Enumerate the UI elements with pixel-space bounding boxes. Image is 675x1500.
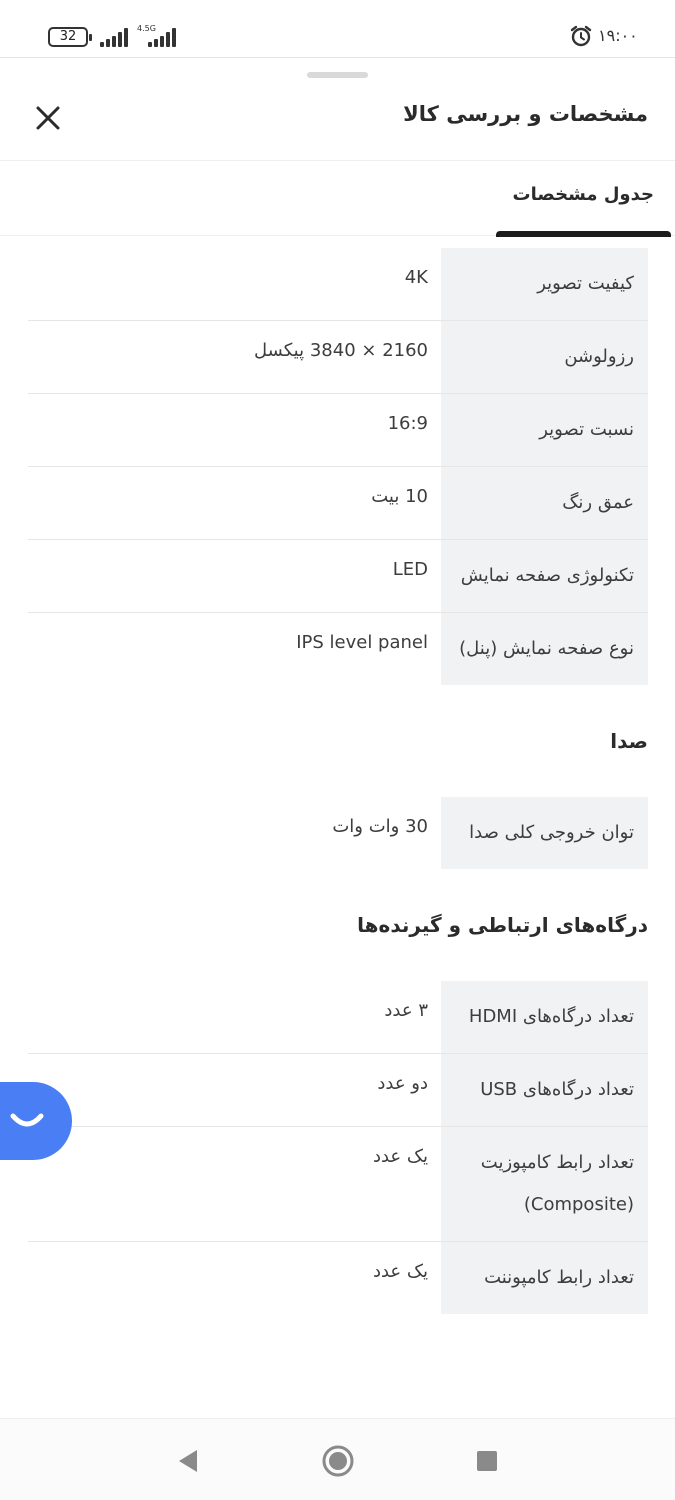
sheet-drag-handle[interactable]: [307, 72, 368, 78]
signal-icon: [148, 28, 180, 47]
spec-row: تعداد رابط کامپوننت یک عدد: [28, 1242, 648, 1314]
spec-value: 30 وات وات: [332, 816, 428, 837]
spec-row: تعداد درگاه‌های HDMI ۳ عدد: [28, 981, 648, 1054]
spec-value: 4K: [404, 267, 428, 288]
spec-key: تکنولوژی صفحه نمایش: [441, 540, 648, 612]
spec-key: توان خروجی کلی صدا: [441, 797, 648, 869]
spec-row: نوع صفحه نمایش (پنل) IPS level panel: [28, 613, 648, 685]
spec-value: IPS level panel: [296, 632, 428, 653]
spec-row: رزولوشن 2160 × 3840 پیکسل: [28, 321, 648, 394]
page-title: مشخصات و بررسی کالا: [403, 102, 648, 126]
spec-row: کیفیت تصویر 4K: [28, 248, 648, 321]
spec-key: نوع صفحه نمایش (پنل): [441, 613, 648, 685]
close-icon[interactable]: [30, 100, 66, 136]
spec-value: 10 بیت: [371, 486, 428, 507]
spec-value: ۳ عدد: [384, 1000, 428, 1021]
spec-value: دو عدد: [377, 1073, 428, 1094]
spec-value: LED: [392, 559, 428, 580]
spec-key: عمق رنگ: [441, 467, 648, 539]
tab-specs-table[interactable]: جدول مشخصات: [496, 162, 671, 237]
spec-key: تعداد رابط کامپوننت: [441, 1242, 648, 1314]
sheet-header: مشخصات و بررسی کالا: [0, 84, 675, 161]
tab-label: جدول مشخصات: [512, 184, 654, 205]
alarm-icon: [570, 25, 592, 47]
spec-value: یک عدد: [372, 1261, 428, 1282]
signal-icon: [100, 28, 132, 47]
chat-smile-icon: [10, 1113, 44, 1127]
spec-key: تعداد درگاه‌های HDMI: [441, 981, 648, 1053]
spec-row: تکنولوژی صفحه نمایش LED: [28, 540, 648, 613]
spec-value: 16:9: [387, 413, 428, 434]
spec-value: 2160 × 3840 پیکسل: [254, 340, 428, 361]
spec-key: رزولوشن: [441, 321, 648, 393]
battery-icon: 32: [48, 27, 92, 47]
battery-level: 32: [59, 29, 77, 44]
spec-row: نسبت تصویر 16:9: [28, 394, 648, 467]
spec-key: تعداد درگاه‌های USB: [441, 1054, 648, 1126]
tab-active-indicator: [496, 231, 671, 237]
recents-icon[interactable]: [467, 1441, 507, 1481]
back-icon[interactable]: [168, 1441, 208, 1481]
system-nav-bar: [0, 1418, 675, 1500]
clock: ۱۹:۰۰: [598, 26, 638, 45]
spec-row: عمق رنگ 10 بیت: [28, 467, 648, 540]
home-icon[interactable]: [318, 1441, 358, 1481]
spec-key: تعداد رابط کامپوزیت (Composite): [441, 1127, 648, 1241]
spec-key: نسبت تصویر: [441, 394, 648, 466]
spec-value: یک عدد: [372, 1146, 428, 1167]
section-title-ports: درگاه‌های ارتباطی و گیرنده‌ها: [357, 913, 648, 937]
section-title-sound: صدا: [610, 729, 648, 753]
spec-row: تعداد درگاه‌های USB دو عدد: [28, 1054, 648, 1127]
spec-key: کیفیت تصویر: [441, 248, 648, 320]
spec-row: تعداد رابط کامپوزیت (Composite) یک عدد: [28, 1127, 648, 1242]
spec-row: توان خروجی کلی صدا 30 وات وات: [28, 797, 648, 869]
status-bar: 32 4.5G ۱۹:۰۰: [0, 0, 675, 58]
tab-bar: جدول مشخصات: [0, 162, 675, 237]
specs-content: کیفیت تصویر 4K رزولوشن 2160 × 3840 پیکسل…: [28, 248, 648, 1314]
